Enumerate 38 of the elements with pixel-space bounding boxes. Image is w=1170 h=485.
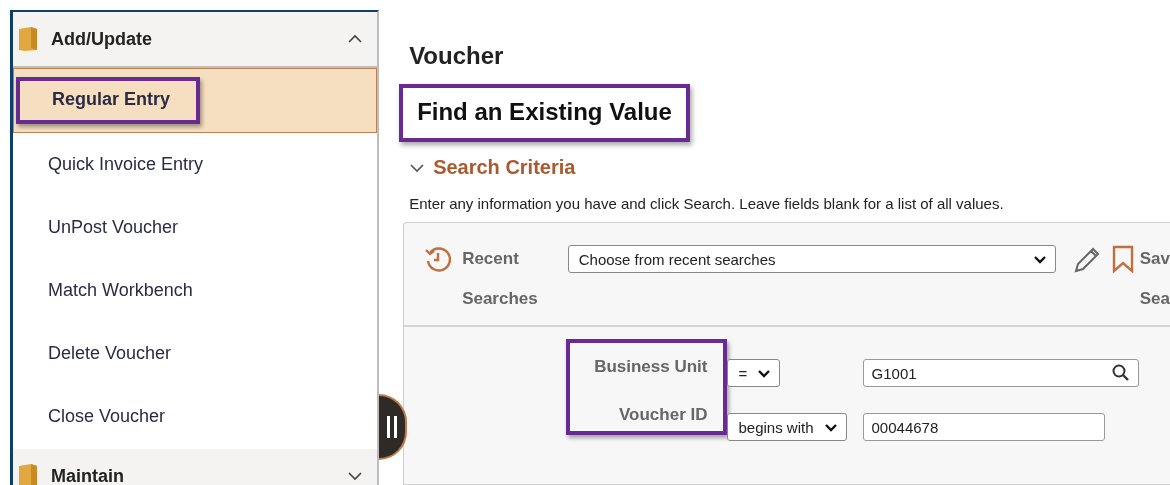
field-label: Business Unit [594,357,708,377]
menu-group-header[interactable]: Maintain [13,449,378,485]
chevron-icon[interactable] [347,34,364,44]
menu-group-header[interactable]: Add/Update [13,12,378,68]
operator-dropdown[interactable]: begins with [727,413,847,441]
pause-icon [387,416,398,438]
operator-dropdown[interactable]: = [727,359,781,387]
caret-icon [823,422,838,432]
section-header[interactable]: Search Criteria [409,156,576,179]
item-label: Delete Voucher [47,342,173,365]
recent-searches-dropdown[interactable]: Choose from recent searches [567,245,1056,273]
history-icon[interactable] [424,245,453,273]
value-field[interactable]: G1001 [862,359,1139,387]
group-label: Maintain [51,465,125,485]
save-searches-label: Sea [1139,288,1170,310]
caret-icon [757,368,772,378]
item-label: Quick Invoice Entry [47,153,205,176]
page-title: Voucher [409,42,505,70]
item-label: UnPost Voucher [47,216,180,239]
save-label: Sav [1139,248,1170,270]
value-field[interactable]: 00044678 [862,413,1105,441]
group-label: Add/Update [51,28,153,50]
item-label: Match Workbench [47,279,194,302]
folder-icon [17,463,39,485]
searches-label: Searches [462,288,538,310]
folder-icon [17,26,39,52]
highlighted-label: Regular Entry [16,77,201,124]
field-label: Voucher ID [619,405,708,425]
chevron-icon [409,162,426,173]
instructions-text: Enter any information you have and click Search. Leave fields blank for a list of all values. [409,195,1005,212]
caret-icon [1032,254,1047,264]
recent-label: Recent [462,248,519,270]
bookmark-icon[interactable] [1111,245,1134,273]
menu-item[interactable]: Regular Entry [13,68,378,133]
chevron-icon[interactable] [347,471,364,481]
search-icon[interactable] [1111,364,1130,382]
item-label: Close Voucher [47,405,167,428]
page-subtitle: Find an Existing Value [399,84,690,142]
